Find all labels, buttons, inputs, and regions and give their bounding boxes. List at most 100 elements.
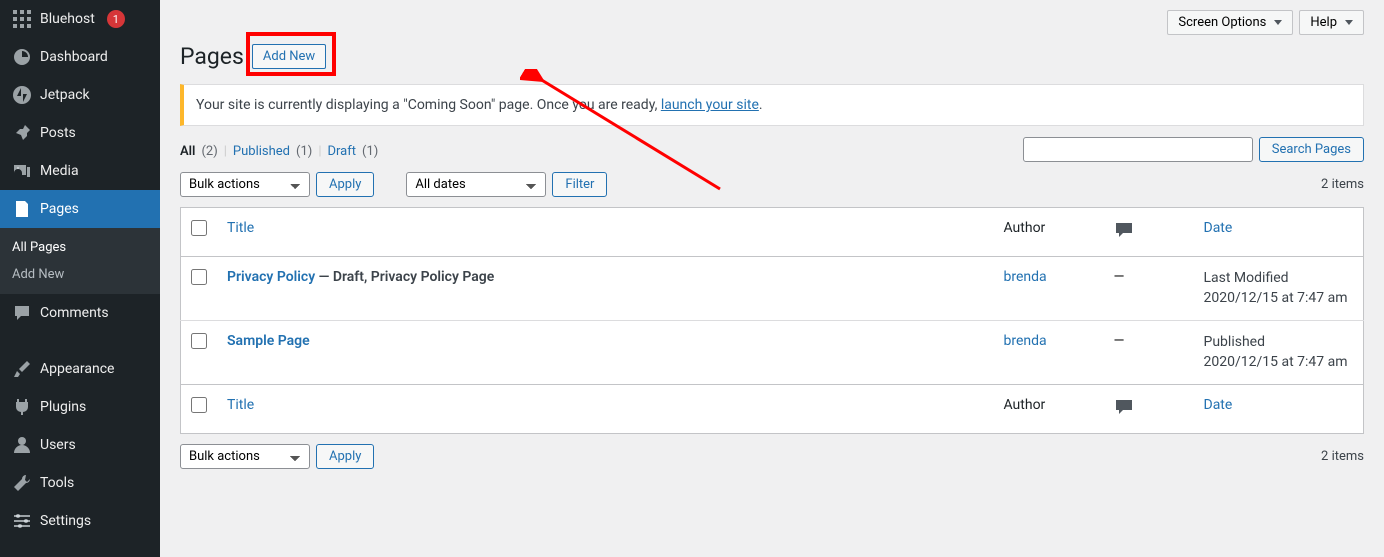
tablenav-top: Bulk actions Apply All dates Filter 2 it… xyxy=(180,172,1364,197)
add-new-button[interactable]: Add New xyxy=(252,44,326,69)
sidebar-item-label: Jetpack xyxy=(40,87,90,103)
search-input[interactable] xyxy=(1023,137,1253,162)
sidebar-item-label: Comments xyxy=(40,305,109,321)
pin-icon xyxy=(12,123,32,143)
comments-cell: — xyxy=(1104,257,1194,321)
sidebar-item-plugins[interactable]: Plugins xyxy=(0,388,160,426)
date-value: 2020/12/15 at 7:47 am xyxy=(1204,354,1348,370)
pages-icon xyxy=(12,199,32,219)
comment-icon xyxy=(1114,397,1134,417)
sidebar-item-label: Posts xyxy=(40,125,76,141)
dashboard-icon xyxy=(12,47,32,67)
sidebar-item-label: Pages xyxy=(40,201,79,217)
launch-site-link[interactable]: launch your site xyxy=(661,97,759,113)
filter-all[interactable]: All xyxy=(180,144,195,159)
tools-icon xyxy=(12,473,32,493)
page-title: Pages xyxy=(180,43,244,70)
dates-select[interactable]: All dates xyxy=(406,172,546,197)
grid-icon xyxy=(12,9,32,29)
bulk-actions-select-bottom[interactable]: Bulk actions xyxy=(180,444,310,469)
help-button[interactable]: Help xyxy=(1299,10,1364,35)
search-button[interactable]: Search Pages xyxy=(1259,137,1364,162)
sidebar-item-label: Appearance xyxy=(40,361,114,377)
sidebar-submenu: All Pages Add New xyxy=(0,228,160,294)
page-title-link[interactable]: Privacy Policy xyxy=(227,269,315,285)
filter-published-count: (1) xyxy=(296,144,312,159)
filter-all-count: (2) xyxy=(201,144,217,159)
table-row: Sample Page brenda — Published2020/12/15… xyxy=(181,321,1364,385)
filter-button[interactable]: Filter xyxy=(552,172,607,197)
column-date-foot[interactable]: Date xyxy=(1194,385,1364,434)
page-title-link[interactable]: Sample Page xyxy=(227,333,310,349)
items-count-top: 2 items xyxy=(1321,177,1364,192)
main-content: Screen Options Help Pages Add New Your s… xyxy=(160,0,1384,557)
column-author-foot: Author xyxy=(994,385,1104,434)
select-all-checkbox-foot[interactable] xyxy=(191,397,207,413)
sidebar-sub-all-pages[interactable]: All Pages xyxy=(0,234,160,261)
column-title-link[interactable]: Title xyxy=(227,397,254,413)
column-title-foot[interactable]: Title xyxy=(217,385,994,434)
sidebar-item-label: Settings xyxy=(40,513,91,529)
column-date-link[interactable]: Date xyxy=(1204,397,1233,413)
coming-soon-notice: Your site is currently displaying a "Com… xyxy=(180,84,1364,126)
column-title[interactable]: Title xyxy=(217,208,994,257)
filter-all-label: All xyxy=(180,144,195,159)
sidebar-item-jetpack[interactable]: Jetpack xyxy=(0,76,160,114)
select-all-header xyxy=(181,208,218,257)
filter-draft-count: (1) xyxy=(362,144,378,159)
plugin-icon xyxy=(12,397,32,417)
apply-button-top[interactable]: Apply xyxy=(316,172,374,197)
post-state: — Draft, Privacy Policy Page xyxy=(315,269,494,285)
sidebar-item-bluehost[interactable]: Bluehost 1 xyxy=(0,0,160,38)
date-cell: Last Modified 2020/12/15 at 7:47 am xyxy=(1194,257,1364,321)
search-row: Search Pages xyxy=(180,137,1364,162)
date-label: Last Modified xyxy=(1204,270,1289,286)
column-title-link[interactable]: Title xyxy=(227,220,254,236)
select-all-checkbox[interactable] xyxy=(191,220,207,236)
sidebar-item-dashboard[interactable]: Dashboard xyxy=(0,38,160,76)
column-date-link[interactable]: Date xyxy=(1204,220,1233,236)
sidebar-item-posts[interactable]: Posts xyxy=(0,114,160,152)
row-checkbox[interactable] xyxy=(191,333,207,349)
sidebar-item-comments[interactable]: Comments xyxy=(0,294,160,332)
column-comments xyxy=(1104,208,1194,257)
sidebar-item-appearance[interactable]: Appearance xyxy=(0,350,160,388)
comments-icon xyxy=(12,303,32,323)
bulk-actions-select[interactable]: Bulk actions xyxy=(180,172,310,197)
table-row: Privacy Policy — Draft, Privacy Policy P… xyxy=(181,257,1364,321)
apply-button-bottom[interactable]: Apply xyxy=(316,444,374,469)
filter-draft[interactable]: Draft xyxy=(328,144,357,159)
screen-options-label: Screen Options xyxy=(1178,15,1266,30)
sidebar-sub-add-new[interactable]: Add New xyxy=(0,261,160,288)
sidebar-item-label: Bluehost xyxy=(40,11,95,27)
filter-published[interactable]: Published xyxy=(233,144,290,159)
admin-sidebar: Bluehost 1 Dashboard Jetpack Posts Media… xyxy=(0,0,160,557)
author-link[interactable]: brenda xyxy=(1004,333,1047,349)
sidebar-item-label: Users xyxy=(40,437,76,453)
items-count-bottom: 2 items xyxy=(1321,449,1364,464)
screen-meta-links: Screen Options Help xyxy=(180,10,1364,35)
date-value: 2020/12/15 at 7:47 am xyxy=(1204,290,1348,306)
column-date[interactable]: Date xyxy=(1194,208,1364,257)
sidebar-item-users[interactable]: Users xyxy=(0,426,160,464)
sidebar-badge: 1 xyxy=(107,10,125,28)
sidebar-item-settings[interactable]: Settings xyxy=(0,502,160,540)
sidebar-item-label: Tools xyxy=(40,475,74,491)
author-link[interactable]: brenda xyxy=(1004,269,1047,285)
media-icon xyxy=(12,161,32,181)
sidebar-item-label: Dashboard xyxy=(40,49,108,65)
notice-text-before: Your site is currently displaying a "Com… xyxy=(196,97,661,113)
sidebar-item-tools[interactable]: Tools xyxy=(0,464,160,502)
sidebar-item-pages[interactable]: Pages xyxy=(0,190,160,228)
sidebar-item-media[interactable]: Media xyxy=(0,152,160,190)
users-icon xyxy=(12,435,32,455)
settings-icon xyxy=(12,511,32,531)
notice-text-after: . xyxy=(759,97,763,113)
brush-icon xyxy=(12,359,32,379)
row-checkbox[interactable] xyxy=(191,269,207,285)
screen-options-button[interactable]: Screen Options xyxy=(1167,10,1293,35)
chevron-down-icon xyxy=(1274,20,1282,25)
tablenav-bottom: Bulk actions Apply 2 items xyxy=(180,444,1364,469)
column-author: Author xyxy=(994,208,1104,257)
pages-table: Title Author Date Privacy Policy — Draft… xyxy=(180,207,1364,434)
